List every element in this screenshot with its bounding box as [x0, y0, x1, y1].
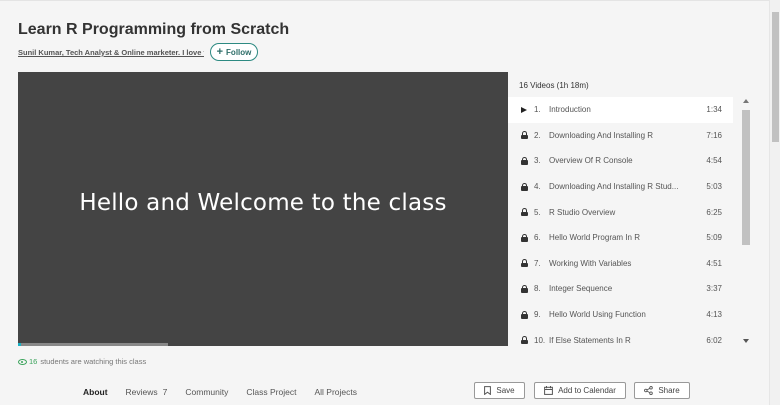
- playlist-item-duration: 4:54: [706, 156, 722, 166]
- plus-icon: +: [216, 45, 224, 58]
- lock-icon: [519, 182, 529, 191]
- add-to-calendar-button[interactable]: Add to Calendar: [534, 382, 626, 399]
- playlist-item-title: Hello World Program In R: [549, 233, 640, 243]
- save-label: Save: [496, 386, 515, 395]
- playlist-item-duration: 3:37: [706, 284, 722, 294]
- playlist-item-title: Introduction: [549, 105, 591, 115]
- playlist-scroll-thumb[interactable]: [742, 110, 750, 245]
- class-tabs: About Reviews 7 Community Class Project A…: [83, 387, 375, 397]
- playlist-item-duration: 5:03: [706, 182, 722, 192]
- playlist-item-number: 3.: [534, 156, 541, 166]
- playlist-list: 1. Introduction 1:34 2. Downloading And Inst…: [508, 97, 733, 353]
- tab-community[interactable]: Community: [185, 387, 228, 397]
- playlist-item[interactable]: 9. Hello World Using Function 4:13: [508, 302, 733, 328]
- playlist-item-title: Downloading And Installing R: [549, 130, 654, 140]
- playlist-item[interactable]: 7. Working With Variables 4:51: [508, 251, 733, 277]
- playlist-item[interactable]: 1. Introduction 1:34: [508, 97, 733, 123]
- video-progress-fill: [18, 343, 21, 346]
- playlist-item[interactable]: 8. Integer Sequence 3:37: [508, 276, 733, 302]
- play-icon: [519, 106, 529, 113]
- playlist-item-duration: 6:02: [706, 335, 722, 345]
- teacher-link[interactable]: Sunil Kumar, Tech Analyst & Online marke…: [18, 48, 204, 57]
- tab-reviews-label: Reviews: [125, 387, 158, 397]
- share-button[interactable]: Share: [634, 382, 690, 399]
- playlist-item-number: 5.: [534, 207, 541, 217]
- tab-about[interactable]: About: [83, 387, 108, 397]
- scroll-up-icon[interactable]: [743, 99, 749, 103]
- lock-icon: [519, 336, 529, 345]
- eye-icon: [18, 358, 27, 365]
- class-title: Learn R Programming from Scratch: [18, 21, 290, 38]
- lock-icon: [519, 310, 529, 319]
- video-player[interactable]: Hello and Welcome to the class: [18, 72, 508, 346]
- playlist-item-duration: 1:34: [706, 105, 722, 115]
- playlist-item-number: 7.: [534, 258, 541, 268]
- watching-count: 16: [29, 357, 38, 366]
- playlist-item-title: Downloading And Installing R Stud...: [549, 182, 679, 192]
- reviews-count: 7: [162, 387, 168, 397]
- playlist-item[interactable]: 10. If Else Statements In R 6:02: [508, 327, 733, 353]
- playlist-item-duration: 6:25: [706, 207, 722, 217]
- playlist-item-title: Hello World Using Function: [549, 310, 646, 320]
- lock-icon: [519, 233, 529, 242]
- playlist-item-title: R Studio Overview: [549, 207, 616, 217]
- playlist-item-number: 4.: [534, 182, 541, 192]
- playlist-item-title: Overview Of R Console: [549, 156, 633, 166]
- scroll-down-icon[interactable]: [743, 339, 749, 343]
- playlist-item-duration: 7:16: [706, 130, 722, 140]
- tab-class-project[interactable]: Class Project: [246, 387, 296, 397]
- playlist-header: 16 Videos (1h 18m): [519, 81, 589, 90]
- page-scrollbar[interactable]: [769, 0, 780, 405]
- lock-icon: [519, 156, 529, 165]
- follow-button[interactable]: + Follow: [210, 43, 258, 61]
- playlist-scrollbar[interactable]: [741, 96, 751, 346]
- video-progress-track[interactable]: [18, 343, 168, 346]
- playlist-panel: 16 Videos (1h 18m) 1. Introduction 1:34 2. D…: [508, 72, 753, 346]
- top-divider: [0, 0, 769, 1]
- add-to-calendar-label: Add to Calendar: [558, 386, 616, 395]
- tab-all-projects[interactable]: All Projects: [314, 387, 357, 397]
- watching-text: students are watching this class: [40, 357, 147, 366]
- playlist-item-number: 2.: [534, 130, 541, 140]
- playlist-item-title: If Else Statements In R: [549, 335, 631, 345]
- lock-icon: [519, 208, 529, 217]
- playlist-item-number: 1.: [534, 105, 541, 115]
- video-slide-text: Hello and Welcome to the class: [79, 190, 447, 216]
- class-page: Learn R Programming from Scratch Sunil K…: [0, 0, 780, 405]
- playlist-item-title: Working With Variables: [549, 258, 632, 268]
- share-label: Share: [658, 386, 680, 395]
- save-button[interactable]: Save: [474, 382, 525, 399]
- calendar-icon: [544, 386, 553, 395]
- bookmark-icon: [484, 386, 492, 395]
- follow-label: Follow: [226, 47, 252, 57]
- playlist-item-number: 8.: [534, 284, 541, 294]
- lock-icon: [519, 131, 529, 140]
- playlist-item[interactable]: 4. Downloading And Installing R Stud... 5:…: [508, 174, 733, 200]
- lock-icon: [519, 284, 529, 293]
- page-scroll-thumb[interactable]: [772, 12, 779, 142]
- playlist-item-duration: 5:09: [706, 233, 722, 243]
- playlist-item[interactable]: 6. Hello World Program In R 5:09: [508, 225, 733, 251]
- playlist-item[interactable]: 5. R Studio Overview 6:25: [508, 199, 733, 225]
- watching-indicator: 16 students are watching this class: [18, 357, 146, 366]
- lock-icon: [519, 259, 529, 268]
- playlist-item-title: Integer Sequence: [549, 284, 613, 294]
- playlist-item-number: 9.: [534, 310, 541, 320]
- playlist-item[interactable]: 3. Overview Of R Console 4:54: [508, 148, 733, 174]
- playlist-item-number: 6.: [534, 233, 541, 243]
- tab-reviews[interactable]: Reviews 7: [126, 387, 168, 397]
- playlist-item[interactable]: 2. Downloading And Installing R 7:16: [508, 123, 733, 149]
- playlist-item-duration: 4:51: [706, 258, 722, 268]
- playlist-item-number: 10.: [534, 335, 546, 345]
- playlist-item-duration: 4:13: [706, 310, 722, 320]
- share-icon: [644, 386, 654, 395]
